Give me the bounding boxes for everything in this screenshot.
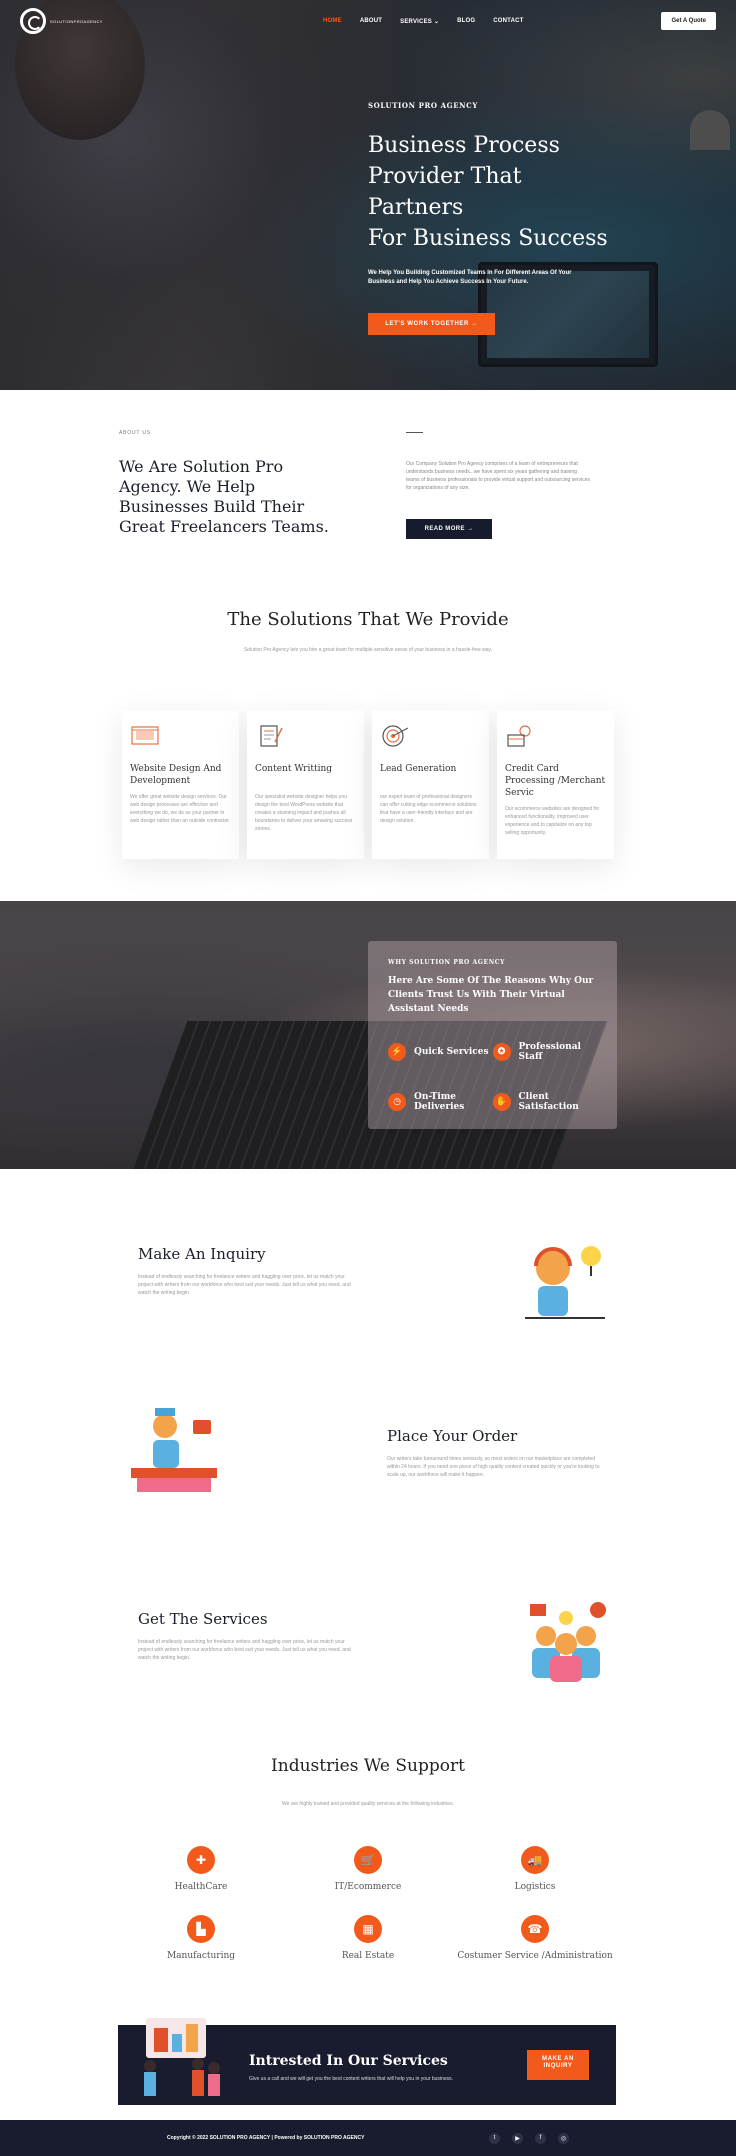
cart-icon: 🛒	[354, 1846, 382, 1874]
feature-item: ✋ Client Satisfaction	[492, 1092, 598, 1112]
cta-text: Give us a call and we will get you the b…	[249, 2076, 453, 2082]
make-inquiry-button[interactable]: MAKE AN INQUIRY	[527, 2050, 589, 2080]
nav-item-blog[interactable]: BLOG	[457, 18, 475, 25]
hero-title: Business Process Provider That Partners …	[368, 130, 618, 254]
medical-kit-icon: ✚	[187, 1846, 215, 1874]
card-title: Website Design And Development	[130, 764, 222, 786]
feature-label: Professional Staff	[518, 1042, 581, 1062]
solutions-title: The Solutions That We Provide	[227, 609, 509, 630]
read-more-button[interactable]: READ MORE →	[406, 519, 492, 539]
step-inquiry: Make An Inquiry Instead of endlessly sea…	[138, 1245, 353, 1297]
feature-item: ✪ Professional Staff	[492, 1042, 598, 1062]
feature-item: ⚡ Quick Services	[388, 1042, 493, 1062]
logo-icon	[20, 8, 46, 34]
card-title: Lead Generation	[380, 764, 457, 774]
step-title: Make An Inquiry	[138, 1245, 266, 1263]
main-nav: SOLUTIONPROAGENCY HOME ABOUT SERVICES ⌄ …	[0, 0, 736, 42]
industries-title: Industries We Support	[271, 1756, 465, 1776]
solutions-cards: Website Design And Development We offer …	[122, 710, 614, 859]
feature-item: ◷ On-Time Deliveries	[388, 1092, 493, 1112]
services-illustration	[530, 1602, 606, 1682]
feature-label: Quick Services	[414, 1047, 489, 1057]
step-services: Get The Services Instead of endlessly se…	[138, 1610, 353, 1662]
cta-banner: Intrested In Our Services Give us a call…	[118, 2018, 616, 2105]
social-links: t ▶ f ◎	[489, 2132, 569, 2144]
handshake-icon: ✋	[492, 1093, 511, 1111]
content-writing-icon	[260, 725, 283, 747]
industry-logistics[interactable]: 🚚 Logistics	[435, 1846, 635, 1892]
step-text: Our writers take turnaround times seriou…	[387, 1456, 600, 1478]
step-text: Instead of endlessly searching for freel…	[138, 1639, 351, 1661]
hero-eyebrow: SOLUTION PRO AGENCY	[368, 101, 478, 110]
card-text: Our ecommerce websites are designed for …	[505, 806, 600, 836]
facebook-icon[interactable]: f	[535, 2132, 546, 2144]
nav-item-contact[interactable]: CONTACT	[493, 18, 523, 25]
headset-icon: ☎	[521, 1915, 549, 1943]
step-title: Place Your Order	[387, 1427, 518, 1445]
why-box: WHY SOLUTION PRO AGENCY Here Are Some Of…	[368, 941, 617, 1129]
cta-title: Intrested In Our Services	[249, 2053, 448, 2069]
web-design-icon	[131, 726, 159, 745]
feature-label: On-Time Deliveries	[414, 1092, 465, 1112]
industry-label: Costumer Service /Administration	[457, 1951, 613, 1961]
page: SOLUTIONPROAGENCY HOME ABOUT SERVICES ⌄ …	[0, 0, 736, 2156]
order-illustration	[131, 1408, 217, 1492]
about-title: We Are Solution Pro Agency. We Help Busi…	[119, 457, 329, 536]
work-together-button[interactable]: LET'S WORK TOGETHER →	[368, 313, 495, 335]
card-text: our expert team of professional designer…	[380, 794, 477, 824]
logo-text: SOLUTIONPROAGENCY	[50, 18, 103, 24]
lightning-icon: ⚡	[388, 1043, 406, 1061]
truck-icon: 🚚	[521, 1846, 549, 1874]
solutions-subtitle: Solution Pro Agency lets you hire a grea…	[243, 647, 493, 653]
copyright-text: Copyright © 2022 SOLUTION PRO AGENCY | P…	[167, 2135, 365, 2141]
why-title: Here Are Some Of The Reasons Why Our Cli…	[388, 976, 594, 1014]
hero-title-line: Business Process	[368, 133, 560, 158]
feature-label: Client Satisfaction	[518, 1092, 579, 1112]
step-title: Get The Services	[138, 1610, 268, 1628]
solution-card[interactable]: Content Writting Our specialist website …	[247, 710, 364, 859]
logo[interactable]: SOLUTIONPROAGENCY	[20, 8, 103, 34]
cta-illustration	[144, 2018, 220, 2096]
solution-card[interactable]: Lead Generation our expert team of profe…	[372, 710, 489, 859]
industry-customer-service[interactable]: ☎ Costumer Service /Administration	[435, 1915, 635, 1961]
solution-card[interactable]: Credit Card Processing /Merchant Servic …	[497, 710, 614, 859]
get-quote-button[interactable]: Get A Quote	[661, 12, 716, 30]
card-text: Our specialist website designer helps yo…	[255, 794, 353, 832]
about-label: ABOUT US	[119, 430, 151, 436]
hero-section: SOLUTIONPROAGENCY HOME ABOUT SERVICES ⌄ …	[0, 0, 736, 390]
hero-title-line: For Business Success	[368, 226, 608, 251]
hero-content: SOLUTION PRO AGENCY Business Process Pro…	[368, 101, 618, 335]
lead-target-icon	[382, 725, 409, 747]
industries-subtitle: We are highly trained and provided quali…	[282, 1801, 454, 1807]
instagram-icon[interactable]: ◎	[558, 2132, 569, 2144]
medal-icon: ✪	[492, 1043, 511, 1061]
card-text: We offer great website design services. …	[130, 794, 231, 824]
why-section: WHY SOLUTION PRO AGENCY Here Are Some Of…	[0, 901, 736, 1169]
clock-icon: ◷	[388, 1093, 406, 1111]
inquiry-illustration	[525, 1246, 605, 1319]
hero-title-line: Provider That Partners	[368, 164, 522, 220]
why-eyebrow: WHY SOLUTION PRO AGENCY	[388, 959, 506, 966]
step-text: Instead of endlessly searching for freel…	[138, 1274, 351, 1296]
card-title: Credit Card Processing /Merchant Servic	[505, 764, 606, 798]
solution-card[interactable]: Website Design And Development We offer …	[122, 710, 239, 859]
factory-icon: ▙	[187, 1915, 215, 1943]
youtube-icon[interactable]: ▶	[512, 2132, 523, 2144]
hero-subtitle: We Help You Building Customized Teams In…	[368, 270, 572, 285]
nav-item-about[interactable]: ABOUT	[360, 18, 382, 25]
about-divider	[406, 432, 423, 433]
twitter-icon[interactable]: t	[489, 2132, 500, 2144]
credit-card-icon	[507, 725, 531, 747]
nav-item-services[interactable]: SERVICES ⌄	[400, 18, 439, 25]
nav-item-home[interactable]: HOME	[323, 18, 342, 25]
about-description: Our Company Solution Pro Agency comprise…	[406, 461, 590, 491]
building-icon: ▦	[354, 1915, 382, 1943]
why-features: ⚡ Quick Services ✪ Professional Staff ◷ On-…	[388, 1042, 597, 1112]
nav-menu: HOME ABOUT SERVICES ⌄ BLOG CONTACT	[323, 18, 524, 25]
footer: Copyright © 2022 SOLUTION PRO AGENCY | P…	[0, 2120, 736, 2156]
industry-label: Logistics	[514, 1882, 556, 1892]
card-title: Content Writting	[255, 764, 333, 774]
step-order: Place Your Order Our writers take turnar…	[387, 1427, 602, 1479]
